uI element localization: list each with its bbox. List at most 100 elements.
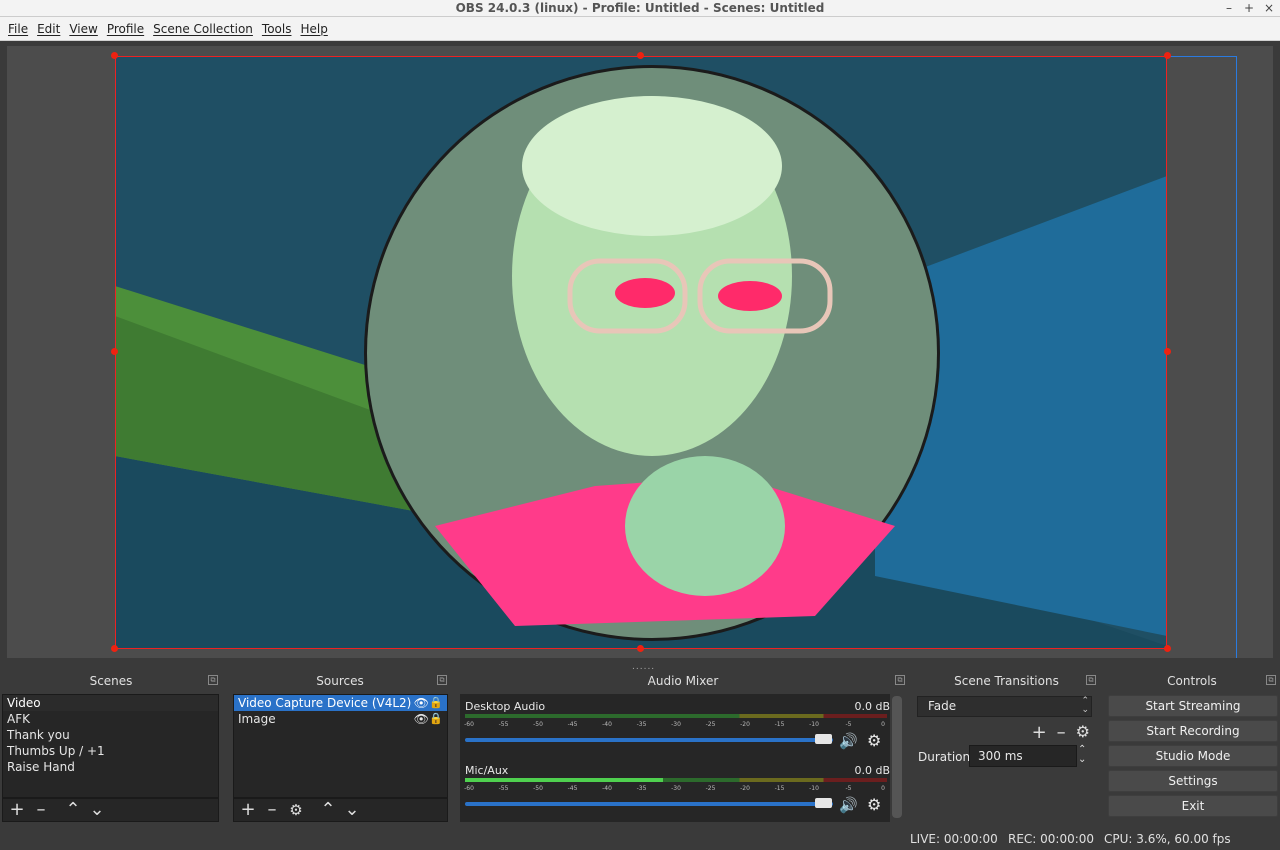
cpu-status: CPU: 3.6%, 60.00 fps: [1104, 832, 1231, 846]
source-label: Video Capture Device (V4L2): [238, 696, 412, 710]
float-dock-icon[interactable]: ⧉: [1266, 675, 1276, 685]
move-down-icon[interactable]: ⌄: [344, 800, 360, 820]
resize-handle-b[interactable]: [637, 645, 644, 652]
settings-button[interactable]: Settings: [1108, 770, 1278, 792]
lock-icon[interactable]: 🔒: [429, 695, 443, 711]
eye-icon[interactable]: 👁: [414, 711, 429, 727]
menu-file[interactable]: File: [4, 22, 32, 36]
tick-label: -15: [774, 721, 785, 728]
tick-label: -10: [809, 785, 819, 792]
remove-icon[interactable]: –: [33, 800, 49, 820]
channel-db: 0.0 dB: [854, 764, 890, 777]
lock-icon[interactable]: 🔒: [429, 711, 443, 727]
exit-button[interactable]: Exit: [1108, 795, 1278, 817]
menu-scene-collection[interactable]: Scene Collection: [149, 22, 257, 36]
resize-handle-t[interactable]: [637, 52, 644, 59]
speaker-icon[interactable]: 🔊: [839, 796, 858, 814]
close-button[interactable]: ×: [1264, 0, 1274, 17]
volume-slider-knob[interactable]: [815, 798, 832, 808]
float-dock-icon[interactable]: ⧉: [1086, 675, 1096, 685]
scenes-list[interactable]: Video AFK Thank you Thumbs Up / +1 Raise…: [2, 694, 219, 798]
tick-label: -20: [740, 785, 750, 792]
start-streaming-button[interactable]: Start Streaming: [1108, 695, 1278, 717]
tick-label: -25: [705, 721, 716, 728]
scene-item[interactable]: Thumbs Up / +1: [3, 743, 218, 759]
resize-handle-br[interactable]: [1164, 645, 1171, 652]
maximize-button[interactable]: +: [1244, 0, 1254, 17]
eye-icon[interactable]: 👁: [414, 695, 429, 711]
resize-handle-tl[interactable]: [111, 52, 118, 59]
meter-ticks: -60 -55 -50 -45 -40 -35 -30 -25 -20 -15 -10 -5 0: [464, 783, 887, 795]
meter-fill: [465, 778, 664, 782]
menu-profile[interactable]: Profile: [103, 22, 148, 36]
source-item[interactable]: Image 👁 🔒: [234, 711, 447, 727]
window-titlebar: OBS 24.0.3 (linux) - Profile: Untitled -…: [0, 0, 1280, 17]
tick-label: -5: [845, 785, 852, 792]
gear-icon[interactable]: ⚙: [1076, 722, 1090, 743]
float-dock-icon[interactable]: ⧉: [208, 675, 218, 685]
menu-tools[interactable]: Tools: [258, 22, 296, 36]
channel-desktop-audio: Desktop Audio 0.0 dB -60 -55 -50 -45 -40 -35-…: [464, 696, 890, 756]
gear-icon[interactable]: ⚙: [288, 800, 304, 820]
tick-label: -50: [533, 721, 543, 728]
tick-label: -60: [464, 785, 474, 792]
controls-title-label: Controls: [1167, 674, 1217, 688]
scenes-title: Scenes ⧉: [0, 672, 222, 690]
add-icon[interactable]: +: [240, 800, 256, 820]
move-up-icon[interactable]: ⌃: [320, 800, 336, 820]
preview-canvas[interactable]: [115, 56, 1167, 649]
transition-toolbar: + – ⚙: [1032, 722, 1090, 743]
tick-label: -20: [740, 721, 750, 728]
remove-icon[interactable]: –: [1057, 722, 1066, 743]
controls-dock: Controls ⧉ Start Streaming Start Recordi…: [1104, 672, 1280, 826]
splitter-handle[interactable]: ......: [632, 662, 655, 672]
studio-mode-button[interactable]: Studio Mode: [1108, 745, 1278, 767]
speaker-icon[interactable]: 🔊: [839, 732, 858, 750]
tick-label: -30: [671, 721, 681, 728]
mixer-channels: Desktop Audio 0.0 dB -60 -55 -50 -45 -40 -35-…: [460, 694, 890, 822]
volume-slider[interactable]: [465, 802, 833, 806]
float-dock-icon[interactable]: ⧉: [437, 675, 447, 685]
start-recording-button[interactable]: Start Recording: [1108, 720, 1278, 742]
mixer-title-label: Audio Mixer: [647, 674, 719, 688]
move-up-icon[interactable]: ⌃: [65, 800, 81, 820]
scene-graphic: [115, 65, 1167, 649]
tick-label: -15: [774, 785, 785, 792]
chevron-updown-icon: ⌃ ⌄: [1081, 696, 1089, 715]
move-down-icon[interactable]: ⌄: [89, 800, 105, 820]
resize-handle-r[interactable]: [1164, 348, 1171, 355]
transition-select[interactable]: Fade ⌃ ⌄: [917, 696, 1092, 717]
duration-input[interactable]: 300 ms: [969, 745, 1077, 767]
menu-help[interactable]: Help: [296, 22, 331, 36]
gear-icon[interactable]: ⚙: [867, 795, 881, 814]
volume-slider-knob[interactable]: [815, 734, 832, 744]
add-icon[interactable]: +: [9, 800, 25, 820]
menu-view[interactable]: View: [65, 22, 101, 36]
scene-item[interactable]: Video: [3, 695, 218, 711]
scene-item[interactable]: Thank you: [3, 727, 218, 743]
resize-handle-bl[interactable]: [111, 645, 118, 652]
scene-item[interactable]: Raise Hand: [3, 759, 218, 775]
mixer-scrollbar[interactable]: [892, 696, 902, 818]
remove-icon[interactable]: –: [264, 800, 280, 820]
scene-item[interactable]: AFK: [3, 711, 218, 727]
minimize-button[interactable]: –: [1224, 0, 1234, 17]
duration-spinner-icon[interactable]: ⌃ ⌄: [1078, 745, 1086, 765]
tick-label: 0: [881, 721, 885, 728]
tick-label: -50: [533, 785, 543, 792]
sources-list[interactable]: Video Capture Device (V4L2) 👁 🔒 Image 👁 …: [233, 694, 448, 798]
tick-label: -35: [636, 785, 647, 792]
gear-icon[interactable]: ⚙: [867, 731, 881, 750]
resize-handle-tr[interactable]: [1164, 52, 1171, 59]
volume-meter: [465, 778, 887, 782]
preview-area[interactable]: [7, 46, 1273, 658]
volume-slider[interactable]: [465, 738, 833, 742]
resize-handle-l[interactable]: [111, 348, 118, 355]
menu-edit[interactable]: Edit: [33, 22, 64, 36]
window-controls: – + ×: [1224, 0, 1274, 17]
sources-title-label: Sources: [316, 674, 364, 688]
add-icon[interactable]: +: [1032, 722, 1047, 743]
source-item[interactable]: Video Capture Device (V4L2) 👁 🔒: [234, 695, 447, 711]
tick-label: -5: [845, 721, 852, 728]
float-dock-icon[interactable]: ⧉: [895, 675, 905, 685]
